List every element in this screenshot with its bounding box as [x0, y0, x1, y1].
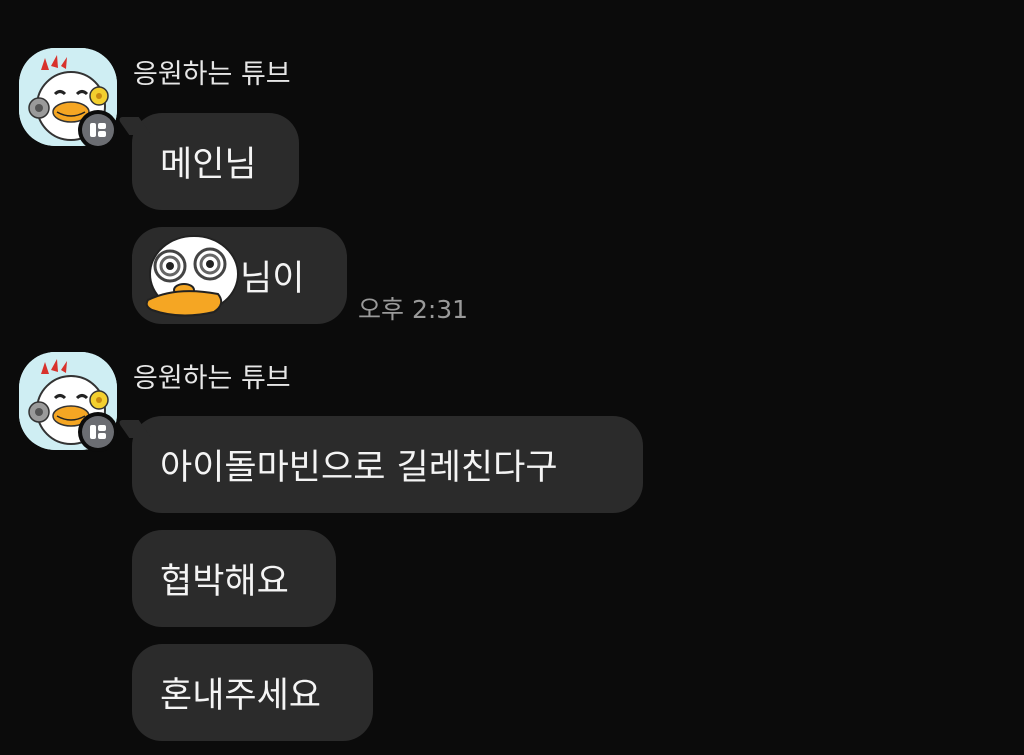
sender-name: 응원하는 튜브 — [133, 363, 291, 394]
message-bubble[interactable]: 혼내주세요 — [132, 644, 373, 741]
message-bubble[interactable]: 협박해요 — [132, 530, 336, 627]
message-bubble[interactable]: 메인님 — [132, 113, 299, 210]
sender-name: 응원하는 튜브 — [133, 59, 291, 90]
message-timestamp: 오후 2:31 — [358, 295, 469, 324]
kakao-profile-badge-icon — [90, 123, 106, 137]
message-text: 메인님 — [160, 145, 257, 185]
message-bubble[interactable]: 아이돌마빈으로 길레친다구 — [132, 416, 643, 513]
message-text: 협박해요 — [160, 562, 289, 602]
profile-badge — [78, 412, 118, 452]
message-text: 혼내주세요 — [160, 676, 322, 716]
profile-badge — [78, 110, 118, 150]
message-text: 아이돌마빈으로 길레친다구 — [160, 448, 558, 488]
message-bubble[interactable]: 님이 — [132, 227, 347, 324]
message-text: 님이 — [240, 259, 305, 299]
tube-duck-emoticon — [145, 234, 239, 316]
kakao-profile-badge-icon — [90, 425, 106, 439]
